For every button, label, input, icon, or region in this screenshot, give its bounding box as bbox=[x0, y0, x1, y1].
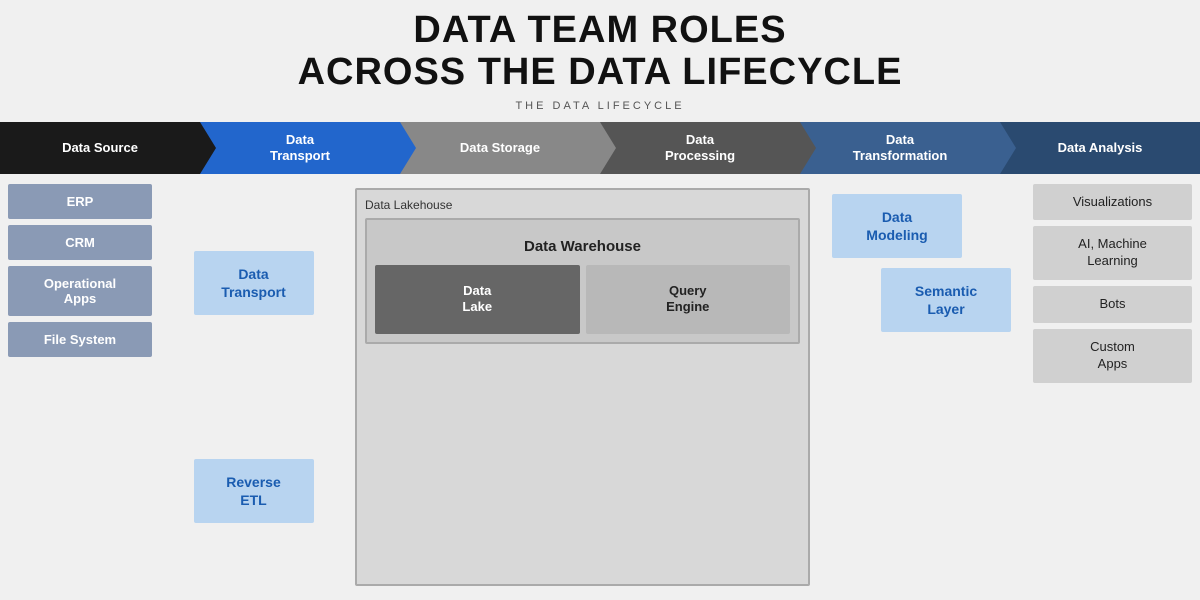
datalake-box: DataLake bbox=[375, 265, 580, 335]
col-analysis: Visualizations AI, MachineLearning Bots … bbox=[1025, 184, 1200, 590]
pipeline-step-storage-label: Data Storage bbox=[452, 140, 548, 156]
title-line2: ACROSS THE DATA LIFECYCLE bbox=[0, 52, 1200, 94]
source-crm: CRM bbox=[8, 225, 152, 260]
pipeline-step-transformation: DataTransformation bbox=[800, 122, 1000, 174]
bottom-boxes: DataLake QueryEngine bbox=[375, 265, 790, 335]
pipeline-step-processing: DataProcessing bbox=[600, 122, 800, 174]
pipeline-step-transport-label: DataTransport bbox=[262, 132, 338, 163]
col-storage: Data Lakehouse Data Warehouse DataLake Q… bbox=[347, 184, 818, 590]
title-area: DATA TEAM ROLES ACROSS THE DATA LIFECYCL… bbox=[0, 0, 1200, 116]
pipeline-step-transport: DataTransport bbox=[200, 122, 400, 174]
pipeline-banner: Data Source DataTransport Data Storage D… bbox=[0, 122, 1200, 174]
main-content: ERP CRM OperationalApps File System Data… bbox=[0, 174, 1200, 600]
lakehouse-label: Data Lakehouse bbox=[365, 198, 800, 212]
analysis-ai-ml: AI, MachineLearning bbox=[1033, 226, 1192, 280]
source-operational-apps: OperationalApps bbox=[8, 266, 152, 316]
col-transport: DataTransport ReverseETL bbox=[166, 184, 341, 590]
source-file-system: File System bbox=[8, 322, 152, 357]
pipeline-step-storage: Data Storage bbox=[400, 122, 600, 174]
query-engine-box: QueryEngine bbox=[586, 265, 791, 335]
col-source: ERP CRM OperationalApps File System bbox=[0, 184, 160, 590]
analysis-custom-apps: CustomApps bbox=[1033, 329, 1192, 383]
warehouse-label: Data Warehouse bbox=[375, 228, 790, 265]
transport-reverse-etl: ReverseETL bbox=[194, 459, 314, 523]
subtitle: THE DATA LIFECYCLE bbox=[0, 100, 1200, 112]
warehouse-box: Data Warehouse DataLake QueryEngine bbox=[365, 218, 800, 345]
pipeline-step-analysis: Data Analysis bbox=[1000, 122, 1200, 174]
lakehouse-box: Data Lakehouse Data Warehouse DataLake Q… bbox=[355, 188, 810, 586]
pipeline-step-analysis-label: Data Analysis bbox=[1050, 140, 1151, 156]
transform-data-modeling: DataModeling bbox=[832, 194, 962, 258]
title-line1: DATA TEAM ROLES bbox=[0, 10, 1200, 52]
page: DATA TEAM ROLES ACROSS THE DATA LIFECYCL… bbox=[0, 0, 1200, 600]
pipeline-step-source-label: Data Source bbox=[54, 140, 146, 156]
analysis-visualizations: Visualizations bbox=[1033, 184, 1192, 221]
source-erp: ERP bbox=[8, 184, 152, 219]
pipeline-step-transformation-label: DataTransformation bbox=[845, 132, 956, 163]
pipeline-step-processing-label: DataProcessing bbox=[657, 132, 743, 163]
transform-semantic-layer: SemanticLayer bbox=[881, 268, 1011, 332]
col-transform: DataModeling SemanticLayer bbox=[824, 184, 1019, 590]
analysis-bots: Bots bbox=[1033, 286, 1192, 323]
pipeline-step-source: Data Source bbox=[0, 122, 200, 174]
transport-data-transport: DataTransport bbox=[194, 251, 314, 315]
